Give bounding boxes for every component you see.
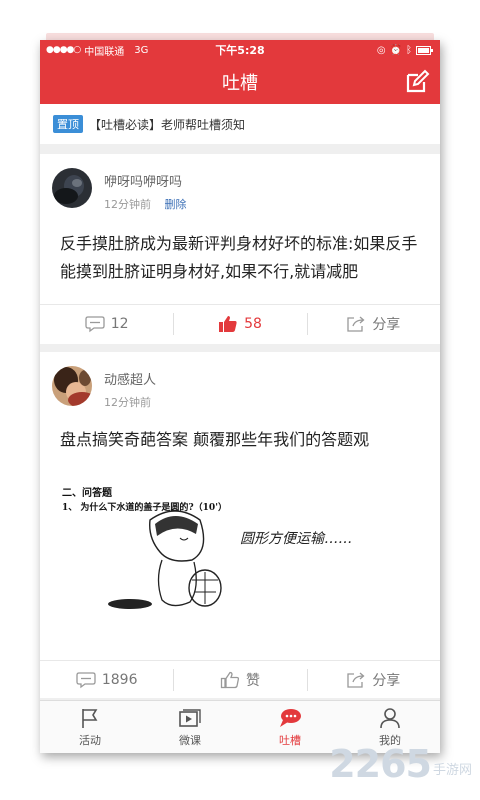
like-count: 58	[244, 316, 262, 332]
post-actions: 12 58 分享	[40, 304, 440, 343]
watermark-text: 手游网	[432, 763, 472, 778]
site-watermark: 2265 手游网	[329, 742, 472, 786]
image-answer: 圆形方便运输……	[240, 531, 352, 547]
comment-button[interactable]: 1896	[40, 661, 173, 699]
share-icon	[347, 316, 365, 332]
pinned-notice[interactable]: 置顶 【吐槽必读】老师帮吐槽须知	[40, 104, 440, 144]
status-bar: ●●●●○ 中国联通 3G 下午5:28 ◎ ⏰ ᛒ	[40, 40, 440, 60]
comment-icon	[85, 316, 105, 333]
post-card[interactable]: 动感超人 12分钟前 盘点搞笑奇葩答案 颠覆那些年我们的答题观 二、问答题 1、…	[40, 352, 440, 698]
comment-icon	[76, 672, 96, 689]
video-icon	[179, 708, 201, 727]
post-author: 咿呀吗咿呀吗 12分钟前 删除	[52, 168, 187, 212]
like-button[interactable]: 58	[173, 305, 306, 343]
post-content[interactable]: 盘点搞笑奇葩答案 颠覆那些年我们的答题观	[60, 426, 422, 454]
watermark-number: 2265	[329, 742, 432, 786]
post-author: 动感超人 12分钟前	[52, 366, 156, 410]
pin-tag: 置顶	[53, 115, 83, 133]
comment-count: 12	[110, 316, 129, 332]
doodle-drawing	[108, 510, 222, 609]
thumbs-up-icon	[219, 316, 237, 332]
page-title: 吐槽	[222, 73, 258, 94]
share-button[interactable]: 分享	[306, 661, 440, 699]
post-content[interactable]: 反手摸肚脐成为最新评判身材好坏的标准:如果反手能摸到肚脐证明身材好,如果不行,就…	[60, 230, 422, 286]
share-label: 分享	[372, 317, 401, 333]
edit-icon[interactable]	[404, 69, 430, 95]
tab-label: 吐槽	[279, 733, 301, 747]
comment-count: 1896	[101, 672, 138, 688]
avatar[interactable]	[52, 168, 92, 208]
author-name[interactable]: 动感超人	[104, 369, 156, 388]
like-label: 赞	[245, 673, 260, 689]
tab-label: 活动	[79, 733, 101, 747]
chat-bubble-icon	[280, 708, 301, 727]
share-button[interactable]: 分享	[306, 305, 440, 343]
person-icon	[380, 707, 400, 728]
avatar[interactable]	[52, 366, 92, 406]
post-time: 12分钟前	[104, 198, 151, 211]
flag-icon	[82, 708, 98, 728]
phone-screen: ●●●●○ 中国联通 3G 下午5:28 ◎ ⏰ ᛒ 吐槽 置顶 【吐槽必读】老…	[40, 40, 440, 753]
top-bar: ●●●●○ 中国联通 3G 下午5:28 ◎ ⏰ ᛒ 吐槽	[40, 40, 440, 104]
author-name[interactable]: 咿呀吗咿呀吗	[104, 171, 187, 190]
post-image[interactable]: 二、问答题 1、 为什么下水道的盖子是圆的?（10'） 圆形方便运输……	[60, 480, 400, 616]
nav-header: 吐槽	[40, 60, 440, 104]
status-time: 下午5:28	[215, 44, 265, 57]
post-card[interactable]: 咿呀吗咿呀吗 12分钟前 删除 反手摸肚脐成为最新评判身材好坏的标准:如果反手能…	[40, 154, 440, 344]
thumbs-up-icon	[220, 671, 240, 689]
tab-microcourse[interactable]: 微课	[140, 701, 240, 753]
pinned-text: 【吐槽必读】老师帮吐槽须知	[89, 117, 246, 132]
post-actions: 1896 赞 分享	[40, 660, 440, 699]
like-button[interactable]: 赞	[173, 661, 306, 699]
comment-button[interactable]: 12	[40, 305, 173, 343]
tab-complaints[interactable]: 吐槽	[240, 701, 340, 753]
tab-label: 微课	[179, 733, 201, 747]
share-label: 分享	[372, 673, 401, 689]
tab-activities[interactable]: 活动	[40, 701, 140, 753]
delete-button[interactable]: 删除	[165, 198, 187, 211]
share-icon	[347, 672, 365, 688]
post-time: 12分钟前	[104, 396, 151, 409]
